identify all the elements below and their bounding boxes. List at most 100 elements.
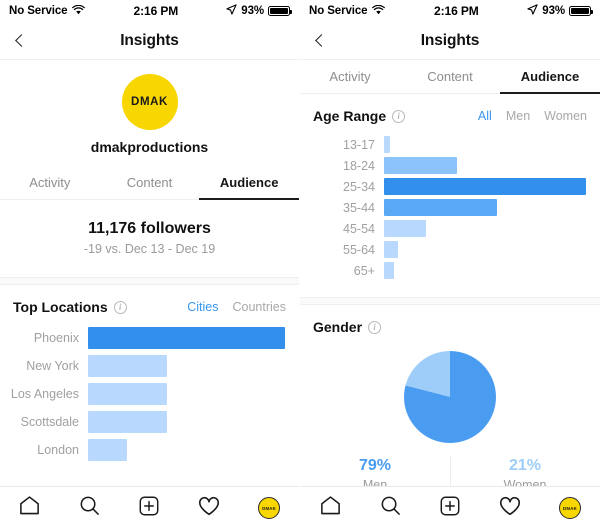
followers-change: -19 vs. Dec 13 - Dec 19: [83, 242, 216, 256]
followers-count: 11,176 followers: [88, 220, 211, 237]
tab-content[interactable]: Content: [400, 60, 500, 93]
insights-tabs-right: Activity Content Audience: [300, 60, 600, 94]
tab-activity[interactable]: Activity: [0, 166, 100, 199]
bar-label: 55-64: [343, 242, 375, 257]
bar-fill: [384, 157, 457, 174]
bar-track: [88, 355, 285, 377]
wifi-icon: [372, 4, 386, 18]
carrier-label: No Service: [309, 5, 368, 17]
legend-item-women: 21% Women: [450, 457, 600, 486]
tab-add-post[interactable]: [420, 495, 480, 522]
bar-row: 13-17: [306, 136, 586, 153]
tab-audience[interactable]: Audience: [500, 60, 600, 94]
legend-item-men: 79% Men: [300, 457, 450, 486]
back-button[interactable]: [300, 22, 340, 60]
profile-username: dmakproductions: [90, 139, 209, 155]
age-segmented-control: All Men Women: [478, 109, 587, 123]
tab-profile[interactable]: DMAK: [540, 497, 600, 519]
info-icon[interactable]: i: [113, 300, 127, 314]
info-icon[interactable]: i: [392, 109, 406, 123]
left-phone-screen: No Service 2:16 PM 93% Insights DMAK dma…: [0, 0, 300, 529]
tab-activity-heart[interactable]: [179, 494, 239, 523]
home-icon: [319, 494, 342, 522]
bar-row: 65+: [306, 262, 586, 279]
bar-row: Phoenix: [6, 327, 285, 349]
bar-label: 35-44: [343, 200, 375, 215]
men-percentage: 79%: [358, 457, 392, 474]
left-content-area: DMAK dmakproductions Activity Content Au…: [0, 60, 299, 486]
segment-countries[interactable]: Countries: [233, 300, 287, 314]
heart-icon: [197, 494, 221, 523]
bar-row: Los Angeles: [6, 383, 285, 405]
bar-track: [88, 383, 285, 405]
segment-men[interactable]: Men: [506, 109, 530, 123]
bar-fill: [88, 411, 167, 433]
status-bar-left: No Service: [9, 4, 86, 18]
top-locations-header: Top Locations i Cities Countries: [0, 285, 299, 315]
location-arrow-icon: [226, 4, 237, 18]
pie-chart-graphic: [404, 351, 496, 443]
page-title: Insights: [120, 31, 179, 49]
bar-fill: [384, 199, 498, 216]
profile-avatar-icon: DMAK: [258, 497, 281, 519]
back-button[interactable]: [0, 22, 40, 60]
bar-fill: [88, 327, 285, 349]
location-arrow-icon: [527, 4, 538, 18]
top-locations-title: Top Locations: [13, 299, 108, 315]
info-icon[interactable]: i: [368, 320, 382, 334]
bar-track: [384, 262, 586, 279]
segment-all[interactable]: All: [478, 109, 492, 123]
battery-percent-label: 93%: [542, 5, 565, 17]
status-bar-left: No Service: [309, 4, 386, 18]
legend-divider: [450, 457, 451, 486]
men-label: Men: [362, 478, 388, 486]
bar-row: New York: [6, 355, 285, 377]
profile-header: DMAK dmakproductions: [0, 60, 299, 155]
right-phone-screen: No Service 2:16 PM 93% Insights Activity…: [300, 0, 600, 529]
search-icon: [379, 494, 402, 522]
status-bar-right: 93%: [226, 4, 292, 18]
bar-row: 45-54: [306, 220, 586, 237]
bar-fill: [384, 262, 395, 279]
tab-home[interactable]: [0, 494, 60, 522]
bar-track: [384, 178, 586, 195]
tab-search[interactable]: [60, 494, 120, 522]
avatar-small-label: DMAK: [262, 505, 277, 511]
bar-label: 13-17: [343, 137, 375, 152]
gender-header: Gender i: [300, 305, 600, 335]
tab-activity[interactable]: Activity: [300, 60, 400, 93]
bar-row: London: [6, 439, 285, 461]
profile-avatar[interactable]: DMAK: [121, 74, 178, 130]
section-spacer: [300, 297, 600, 305]
segment-women[interactable]: Women: [544, 109, 587, 123]
locations-segmented-control: Cities Countries: [187, 300, 286, 314]
followers-summary: 11,176 followers -19 vs. Dec 13 - Dec 19: [0, 200, 299, 277]
right-content-area: Activity Content Audience Age Range i Al…: [300, 60, 600, 486]
tab-home[interactable]: [300, 494, 360, 522]
tab-content[interactable]: Content: [100, 166, 200, 199]
age-range-header: Age Range i All Men Women: [300, 94, 600, 124]
bar-fill: [384, 241, 399, 258]
add-post-icon: [439, 495, 461, 522]
bar-label: Phoenix: [33, 331, 79, 345]
segment-cities[interactable]: Cities: [187, 300, 218, 314]
tab-profile[interactable]: DMAK: [239, 497, 299, 519]
tab-activity-heart[interactable]: [480, 494, 540, 523]
carrier-label: No Service: [9, 5, 68, 17]
women-percentage: 21%: [508, 457, 542, 474]
status-bar-clock: 2:16 PM: [434, 4, 479, 18]
bar-track: [384, 220, 586, 237]
status-bar-clock: 2:16 PM: [133, 4, 179, 18]
bar-fill: [88, 439, 128, 461]
tab-audience[interactable]: Audience: [199, 166, 299, 200]
bar-track: [384, 199, 586, 216]
bar-row: Scottsdale: [6, 411, 285, 433]
avatar-label: DMAK: [131, 96, 168, 108]
nav-bar: Insights: [300, 22, 600, 60]
gender-title: Gender: [313, 319, 363, 335]
tab-search[interactable]: [360, 494, 420, 522]
tab-add-post[interactable]: [120, 495, 180, 522]
bar-track: [384, 241, 586, 258]
insights-tabs-left: Activity Content Audience: [0, 166, 299, 200]
battery-percent-label: 93%: [241, 5, 264, 17]
